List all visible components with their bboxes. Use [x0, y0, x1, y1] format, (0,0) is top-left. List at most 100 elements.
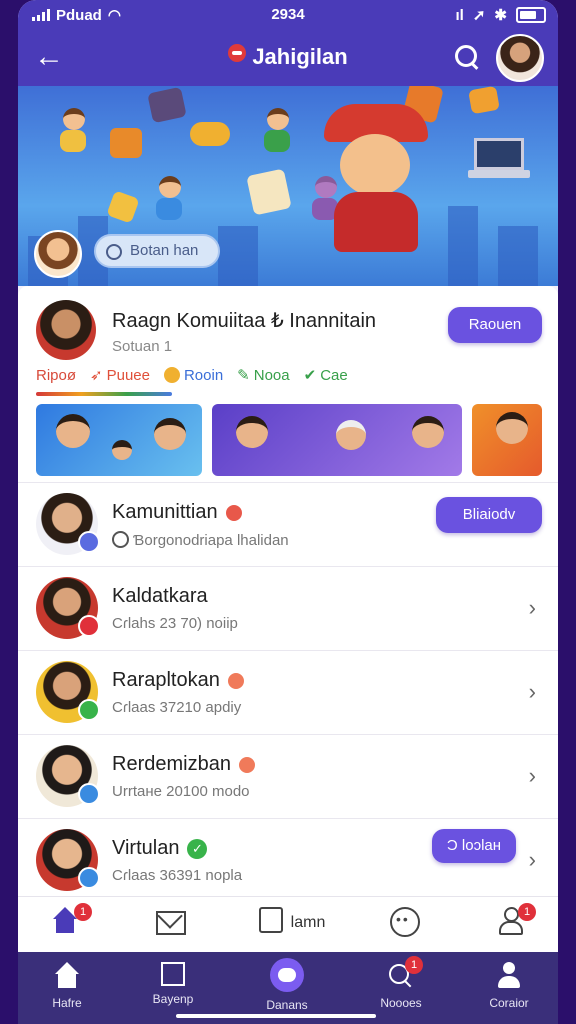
- community-icon: [270, 958, 304, 992]
- document-icon: [258, 907, 283, 933]
- category-chips: Ripoø ➶ Puuee Rooin ✎ Noоa ✔ Cae: [36, 366, 348, 385]
- avatar: [36, 829, 100, 891]
- chip-puuee[interactable]: ➶ Puuee: [90, 366, 150, 385]
- hero-banner: Botan han: [18, 86, 558, 286]
- nav-bayenp[interactable]: Bayenp: [128, 962, 218, 1006]
- status-badge: [78, 699, 100, 721]
- list-item-name: Kamunittian: [112, 501, 218, 523]
- check-icon: ✔: [303, 367, 317, 384]
- avatar: [36, 493, 100, 555]
- heart-icon: [235, 753, 259, 776]
- list-item-name: Rarapltokan: [112, 669, 220, 691]
- card-icon: [468, 86, 500, 115]
- smile-icon: [163, 367, 180, 383]
- frame-icon: [161, 962, 185, 986]
- list-item[interactable]: Kaldatkara Cɾlahs 23 70) noiip ›: [18, 566, 558, 651]
- monitor-icon: [110, 128, 142, 158]
- nav-label: Hafre: [52, 996, 82, 1010]
- status-badge: [78, 867, 100, 889]
- list-item-action-button[interactable]: Ɔ loɔlaн: [432, 829, 516, 863]
- chip-ripo[interactable]: Ripoø: [36, 366, 76, 384]
- chevron-right-icon: ›: [528, 847, 536, 872]
- chip-cae[interactable]: ✔ Cae: [303, 366, 348, 385]
- list-item[interactable]: Kamunittian Ɓorgonodriapa Ɩhalidan Bliai…: [18, 482, 558, 567]
- list-item-meta: Cɾlaas 37210 apdiy: [112, 699, 242, 716]
- status-bar: Pduad ◠ 2934 ıl ➚ ✱: [18, 0, 558, 30]
- tab-profile[interactable]: 1: [496, 903, 536, 943]
- list-item[interactable]: Virtulan ✓ Cɾlaas 36391 nopla Ɔ loɔlaн ›: [18, 818, 558, 903]
- chip-nooa[interactable]: ✎ Noоa: [237, 366, 289, 385]
- location-icon: ➚: [472, 7, 486, 24]
- verified-icon: ✓: [187, 838, 208, 859]
- thumbnail-2[interactable]: [212, 404, 462, 476]
- page-title-text: Jahigilan: [252, 44, 348, 69]
- nav-label: Coraior: [489, 996, 529, 1010]
- book-icon: [246, 168, 292, 216]
- tv-icon: [147, 86, 187, 124]
- chevron-right-icon: ›: [528, 595, 536, 620]
- bluetooth-icon: ✱: [494, 7, 507, 24]
- status-badge: [78, 615, 100, 637]
- list-item-name: Virtulan: [112, 837, 180, 859]
- content-tab-bar: 1 lamn 1: [18, 896, 558, 953]
- rocket-icon: ➶: [90, 367, 103, 384]
- status-badge: [78, 783, 100, 805]
- nav-coraior[interactable]: Coraior: [464, 962, 554, 1010]
- battery-icon: [516, 7, 546, 23]
- pen-icon: ✎: [237, 367, 250, 384]
- nav-noooes[interactable]: 1 Noooes: [356, 956, 446, 1010]
- media-thumbnails: [36, 404, 542, 476]
- thumbnail-3[interactable]: [472, 404, 542, 476]
- nav-label: Bayenp: [152, 992, 194, 1006]
- search-button[interactable]: [452, 42, 482, 72]
- list-item-meta: Ɓorgonodriapa Ɩhalidan: [133, 532, 289, 549]
- tab-home[interactable]: 1: [50, 903, 92, 943]
- nav-danans[interactable]: Danans: [242, 958, 332, 1012]
- nav-label: Noooes: [380, 996, 422, 1010]
- app-screen: Pduad ◠ 2934 ıl ➚ ✱ ← Jahigilan Botan ha…: [18, 0, 558, 1024]
- list-item-action-button[interactable]: Bliaiodv: [436, 497, 542, 533]
- user-avatar[interactable]: [34, 230, 82, 278]
- featured-title: Raagn Komuiitaa ₺ Inannitain: [112, 310, 377, 332]
- list-item[interactable]: Rarapltokan Cɾlaas 37210 apdiy ›: [18, 650, 558, 735]
- kid-illustration: [154, 176, 184, 222]
- home-indicator: [176, 1014, 376, 1018]
- notification-badge: 1: [518, 903, 536, 921]
- chat-icon: [390, 907, 420, 937]
- laptop-icon: [468, 138, 530, 182]
- signal-strength-icon: ıl: [455, 6, 464, 24]
- avatar: [36, 745, 100, 807]
- list-item[interactable]: Rerdemizban Urrtaнe 20100 modo ›: [18, 734, 558, 819]
- nav-label: Danans: [266, 998, 308, 1012]
- avatar: [36, 577, 100, 639]
- list-item-meta: Cɾlahs 23 70) noiip: [112, 615, 238, 632]
- status-badge: [78, 531, 100, 553]
- kid-illustration: [58, 108, 88, 154]
- list-item-meta: Urrtaнe 20100 modo: [112, 783, 250, 800]
- nav-home[interactable]: Hafre: [22, 962, 112, 1010]
- tab-label: lamn: [290, 914, 326, 931]
- tab-chat[interactable]: [390, 907, 420, 943]
- chevron-right-icon: ›: [528, 763, 536, 788]
- ufo-icon: [190, 122, 230, 146]
- featured-subtitle: Sotuan 1: [112, 338, 173, 355]
- notification-badge: 1: [405, 956, 423, 974]
- person-icon: [495, 962, 523, 990]
- featured-avatar[interactable]: [36, 300, 96, 360]
- profile-avatar[interactable]: [496, 34, 544, 82]
- list-item-name: Kaldatkara: [112, 585, 208, 607]
- thumbnail-1[interactable]: [36, 404, 202, 476]
- clock-icon: [112, 531, 129, 548]
- chip-rooin[interactable]: Rooin: [163, 366, 223, 384]
- search-placeholder: Botan han: [130, 242, 199, 259]
- banner-search-input[interactable]: Botan han: [94, 234, 220, 268]
- app-header: ← Jahigilan: [18, 30, 558, 86]
- community-card: Raagn Komuiitaa ₺ Inannitain Sotuan 1 Ra…: [18, 286, 558, 952]
- featured-action-button[interactable]: Raouen: [448, 307, 542, 343]
- tab-lamn[interactable]: lamn: [252, 907, 332, 943]
- app-logo-icon: [228, 44, 247, 62]
- notification-badge: 1: [74, 903, 92, 921]
- tab-mail[interactable]: [156, 907, 186, 943]
- avatar: [36, 661, 100, 723]
- search-icon: [106, 244, 122, 260]
